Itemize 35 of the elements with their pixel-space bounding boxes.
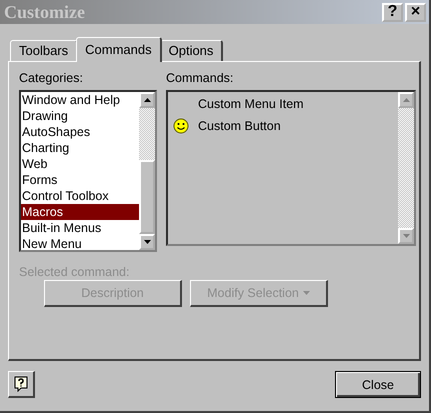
close-button[interactable]: × <box>405 2 426 22</box>
category-item[interactable]: New Menu <box>21 236 139 252</box>
categories-label: Categories: <box>19 70 84 86</box>
up-arrow-icon <box>402 98 410 102</box>
help-button[interactable]: ? <box>382 2 403 22</box>
tab[interactable]: Options <box>160 40 224 61</box>
commands-list[interactable]: Custom Menu Item Custom Button <box>166 90 416 246</box>
smiley-icon <box>173 118 189 134</box>
category-item[interactable]: Web <box>21 156 139 172</box>
categories-list[interactable]: Window and Help Drawing AutoShapes Charting Web Forms Control Toolbox Macros Built-in Menus New Menu <box>19 90 157 252</box>
category-item[interactable]: Charting <box>21 140 139 156</box>
window-title: Customize <box>4 2 86 22</box>
command-item[interactable]: Custom Button <box>198 119 281 133</box>
category-item[interactable]: AutoShapes <box>21 124 139 140</box>
category-item[interactable]: Built-in Menus <box>21 220 139 236</box>
scroll-thumb[interactable] <box>139 160 155 234</box>
scroll-up-button[interactable] <box>139 92 155 108</box>
down-arrow-icon <box>302 291 310 295</box>
category-item[interactable]: Forms <box>21 172 139 188</box>
category-item[interactable]: Drawing <box>21 108 139 124</box>
close-button[interactable]: Close <box>335 371 421 398</box>
category-item[interactable]: Macros <box>21 204 139 220</box>
up-arrow-icon <box>144 98 150 102</box>
tab[interactable]: Commands <box>76 37 162 62</box>
command-item[interactable]: Custom Menu Item <box>198 97 304 111</box>
category-item[interactable]: Control Toolbox <box>21 188 139 204</box>
down-arrow-icon <box>144 240 150 244</box>
commands-label: Commands: <box>166 70 234 86</box>
help-button[interactable] <box>8 371 35 398</box>
down-arrow-icon <box>402 234 410 238</box>
scrollbar[interactable] <box>139 92 155 250</box>
tab[interactable]: Toolbars <box>10 40 78 61</box>
help-icon <box>14 376 28 392</box>
category-item[interactable]: Window and Help <box>21 92 139 108</box>
scroll-down-button[interactable] <box>139 234 155 250</box>
